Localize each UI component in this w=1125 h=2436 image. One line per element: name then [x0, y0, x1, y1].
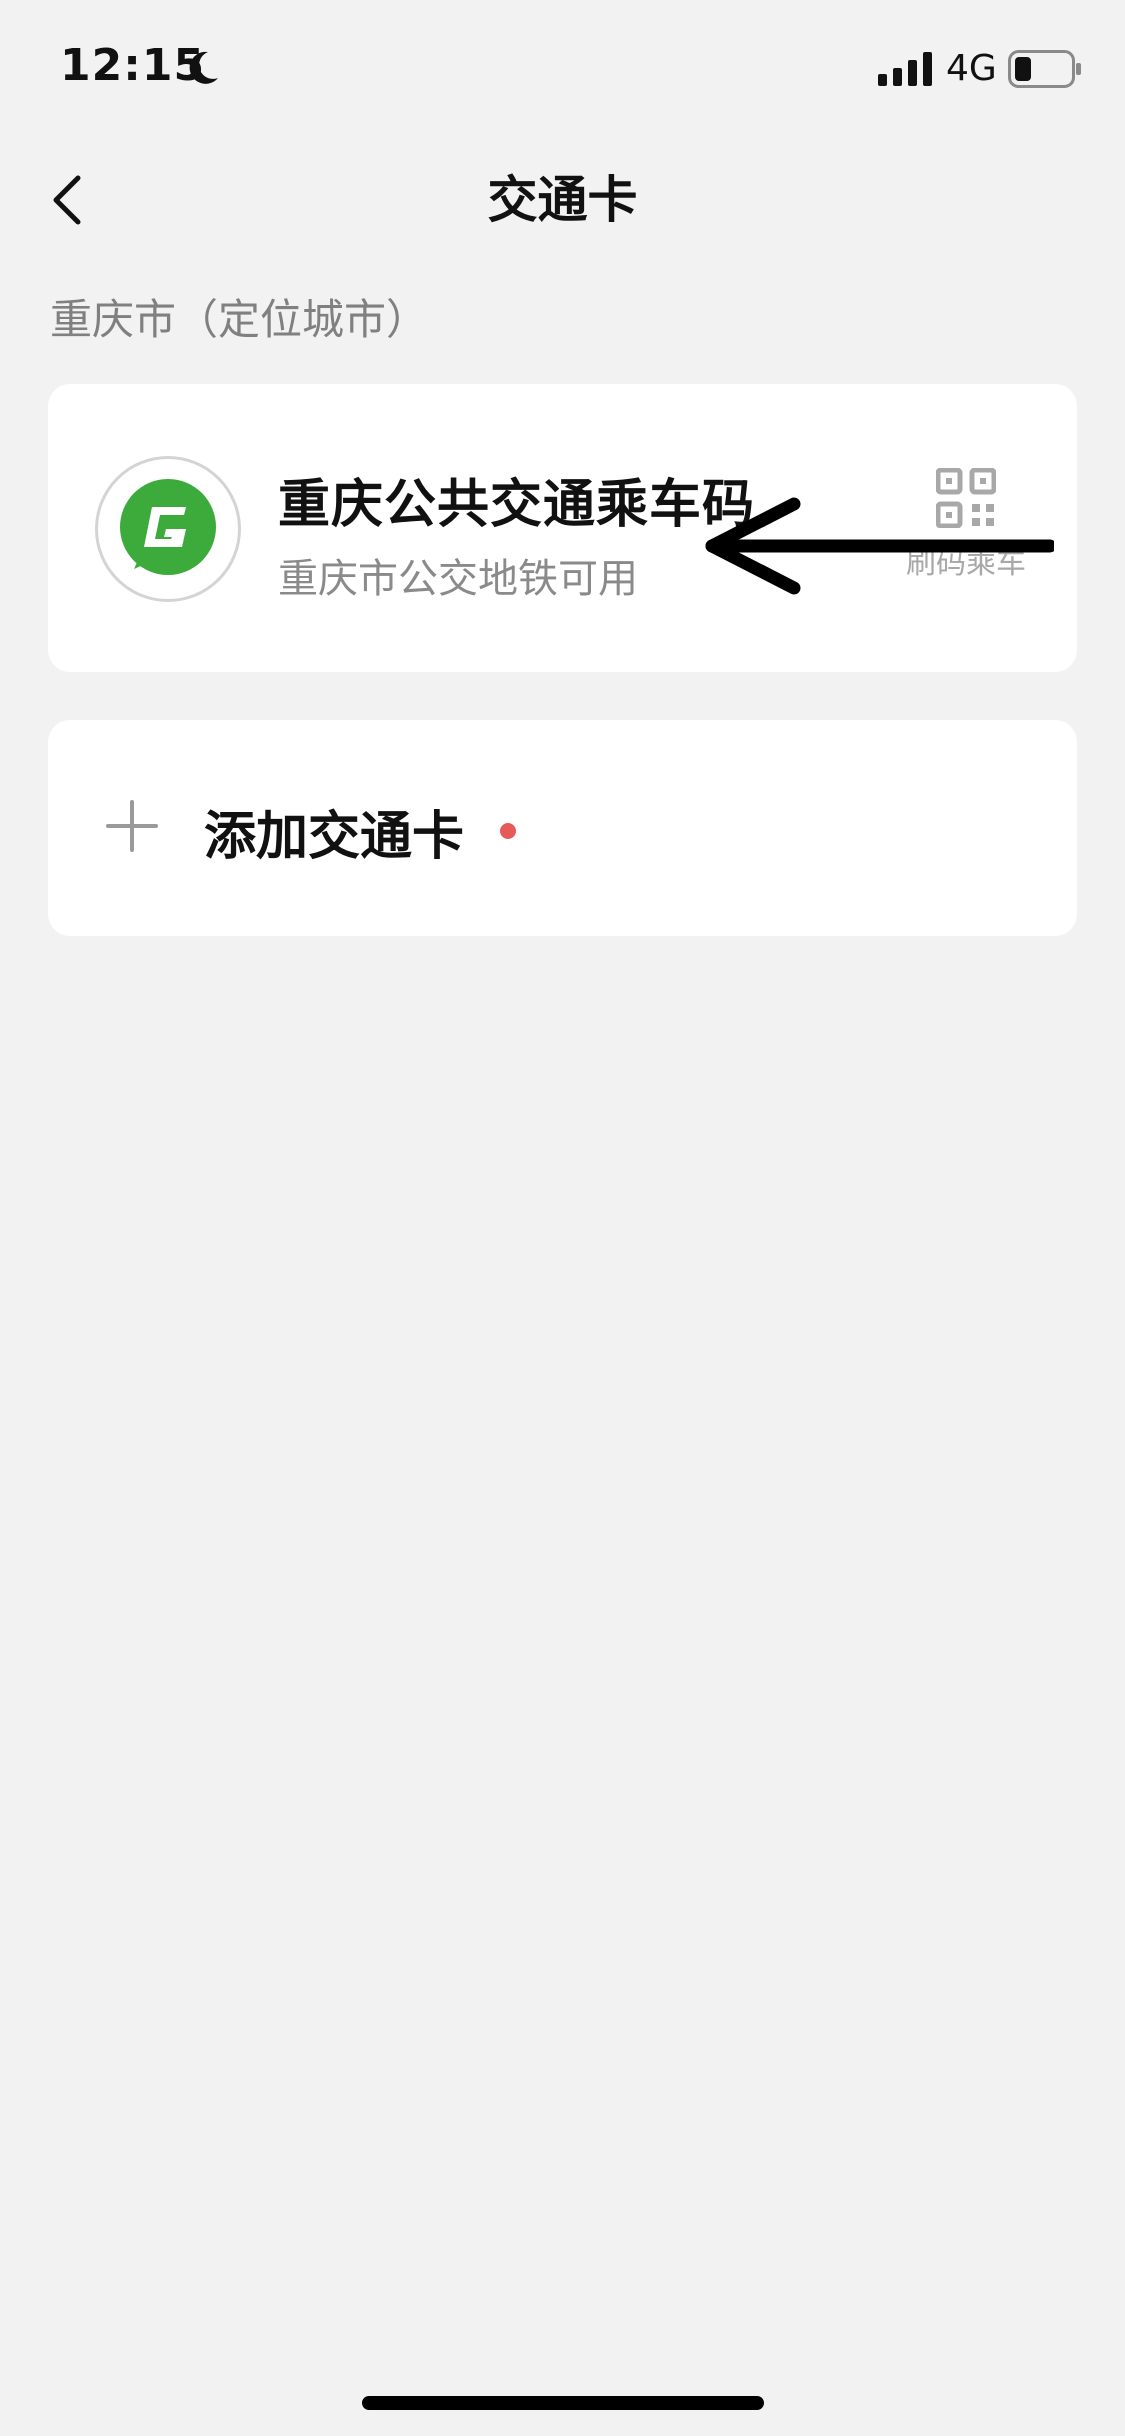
- annotation-arrow-icon: [705, 497, 1054, 595]
- status-bar: 12:15 4G: [0, 0, 1125, 140]
- signal-icon: [878, 52, 932, 86]
- battery-icon: [1008, 50, 1081, 88]
- transit-logo-icon: [120, 479, 216, 575]
- add-transit-card-button[interactable]: 添加交通卡: [48, 720, 1077, 936]
- network-label: 4G: [946, 48, 997, 89]
- add-transit-card-label: 添加交通卡: [204, 807, 465, 867]
- section-header: 重庆市（定位城市）: [50, 295, 429, 344]
- chevron-left-icon: [53, 175, 81, 225]
- transit-card-title: 重庆公共交通乘车码: [278, 475, 756, 535]
- moon-icon: [189, 51, 218, 84]
- home-indicator[interactable]: [362, 2396, 764, 2410]
- back-button[interactable]: [30, 162, 106, 238]
- notification-dot: [500, 823, 516, 839]
- page-title: 交通卡: [487, 171, 638, 229]
- plus-icon: [106, 800, 158, 852]
- nav-bar: 交通卡: [0, 140, 1125, 260]
- transit-card-subtitle: 重庆市公交地铁可用: [278, 556, 638, 602]
- transit-logo: [95, 456, 241, 602]
